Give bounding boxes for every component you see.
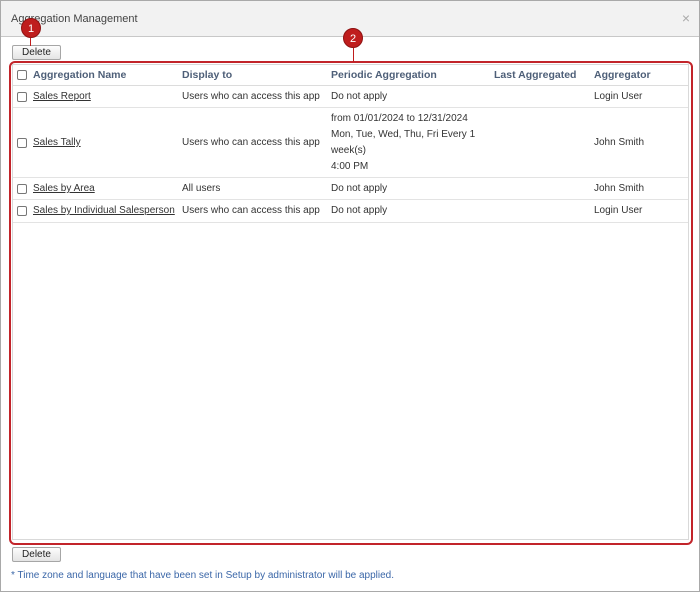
delete-button-top[interactable]: Delete bbox=[12, 45, 61, 60]
delete-button-bottom[interactable]: Delete bbox=[12, 547, 61, 562]
aggregation-management-dialog: Aggregation Management × Delete Aggregat… bbox=[0, 0, 700, 592]
annotation-highlight-box bbox=[9, 61, 693, 545]
annotation-leader-line bbox=[30, 38, 31, 46]
annotation-leader-line bbox=[353, 48, 354, 62]
annotation-marker-2: 2 bbox=[343, 28, 363, 48]
close-icon[interactable]: × bbox=[682, 11, 690, 25]
timezone-note: * Time zone and language that have been … bbox=[11, 570, 395, 581]
annotation-marker-1: 1 bbox=[21, 18, 41, 38]
